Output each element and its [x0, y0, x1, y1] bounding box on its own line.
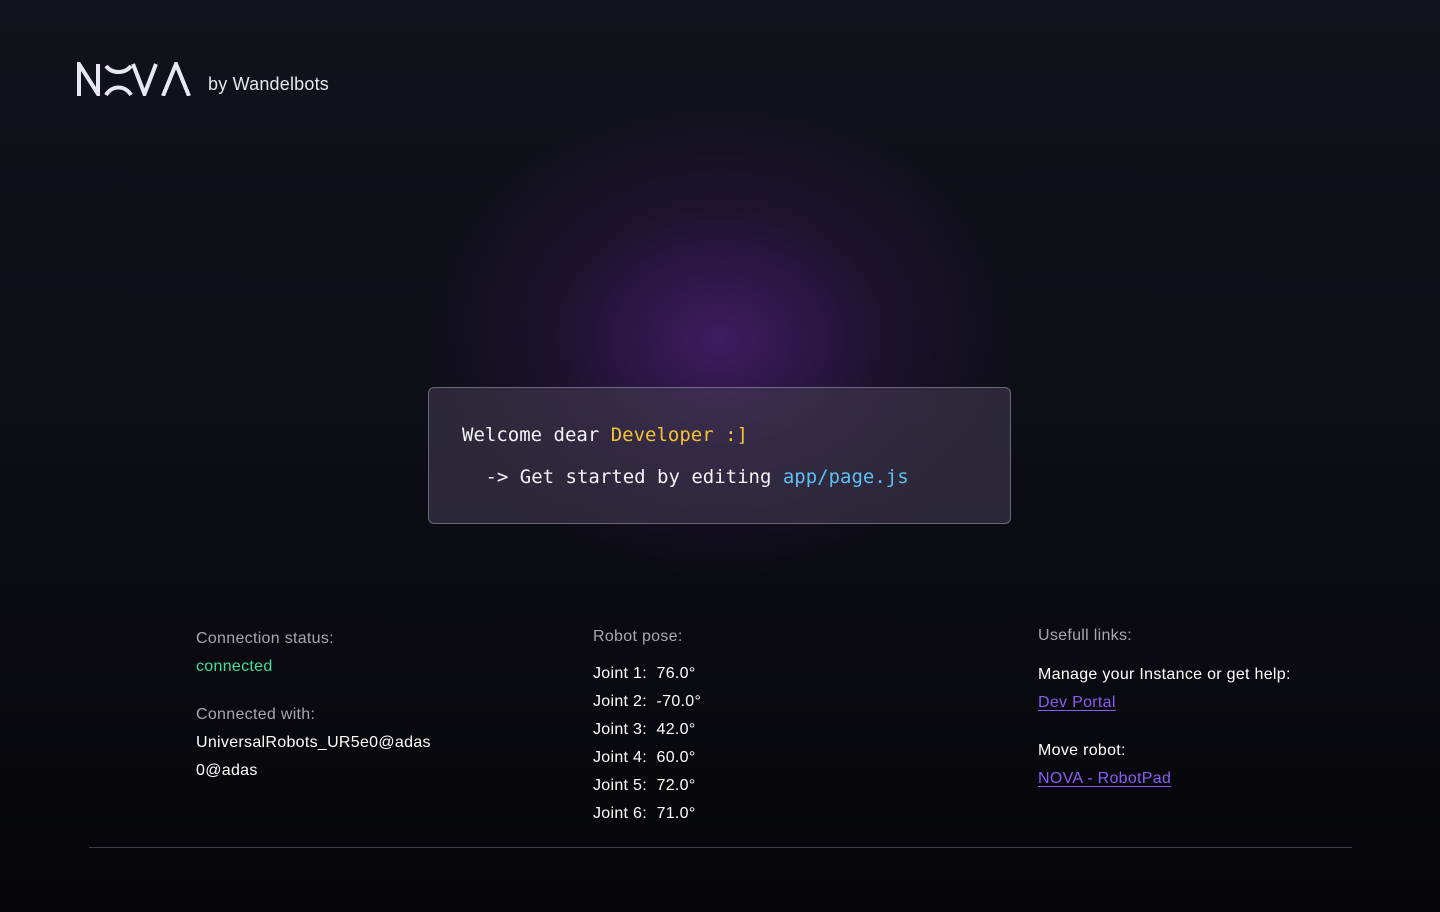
joint-row: Joint 6: 71.0° [593, 805, 696, 823]
joint-row: Joint 2: -70.0° [593, 693, 701, 711]
joint-name: Joint 4: [593, 749, 647, 766]
joint-row: Joint 4: 60.0° [593, 749, 696, 767]
welcome-card: Welcome dear Developer :] -> Get started… [428, 387, 1011, 524]
dev-portal-link[interactable]: Dev Portal [1038, 694, 1116, 712]
move-robot-text: Move robot: [1038, 742, 1126, 759]
useful-links-label: Usefull links: [1038, 627, 1133, 644]
joint-row: Joint 1: 76.0° [593, 665, 696, 683]
joint-name: Joint 5: [593, 777, 647, 794]
connected-with-value-line1: UniversalRobots_UR5e0@adas [196, 734, 431, 751]
connection-status-label: Connection status: [196, 630, 334, 647]
joint-name: Joint 3: [593, 721, 647, 738]
welcome-prefix: Welcome dear [462, 424, 611, 446]
file-path: app/page.js [782, 466, 909, 488]
welcome-line: Welcome dear Developer :] [462, 424, 748, 446]
footer-divider [89, 847, 1352, 848]
joint-name: Joint 2: [593, 693, 647, 710]
manage-instance-text: Manage your Instance or get help: [1038, 666, 1291, 683]
joint-name: Joint 1: [593, 665, 647, 682]
connected-with-label: Connected with: [196, 706, 316, 723]
get-started-prefix: -> Get started by editing [474, 466, 783, 488]
joint-value: 60.0° [656, 749, 696, 766]
joint-value: 71.0° [656, 805, 696, 822]
robot-pose-label: Robot pose: [593, 628, 683, 645]
connected-with-value-line2: 0@adas [196, 762, 258, 779]
nova-logo [77, 62, 191, 96]
joint-value: 72.0° [656, 777, 696, 794]
joint-row: Joint 3: 42.0° [593, 721, 696, 739]
brand-byline: by Wandelbots [208, 74, 329, 94]
robotpad-link[interactable]: NOVA - RobotPad [1038, 770, 1171, 788]
get-started-line: -> Get started by editing app/page.js [474, 466, 909, 488]
joint-value: 76.0° [656, 665, 696, 682]
joint-row: Joint 5: 72.0° [593, 777, 696, 795]
welcome-developer: Developer :] [610, 424, 748, 446]
joint-value: 42.0° [656, 721, 696, 738]
brand-header: by Wandelbots [76, 62, 329, 96]
joint-name: Joint 6: [593, 805, 647, 822]
joint-value: -70.0° [656, 693, 702, 710]
connection-status-value: connected [196, 658, 273, 675]
